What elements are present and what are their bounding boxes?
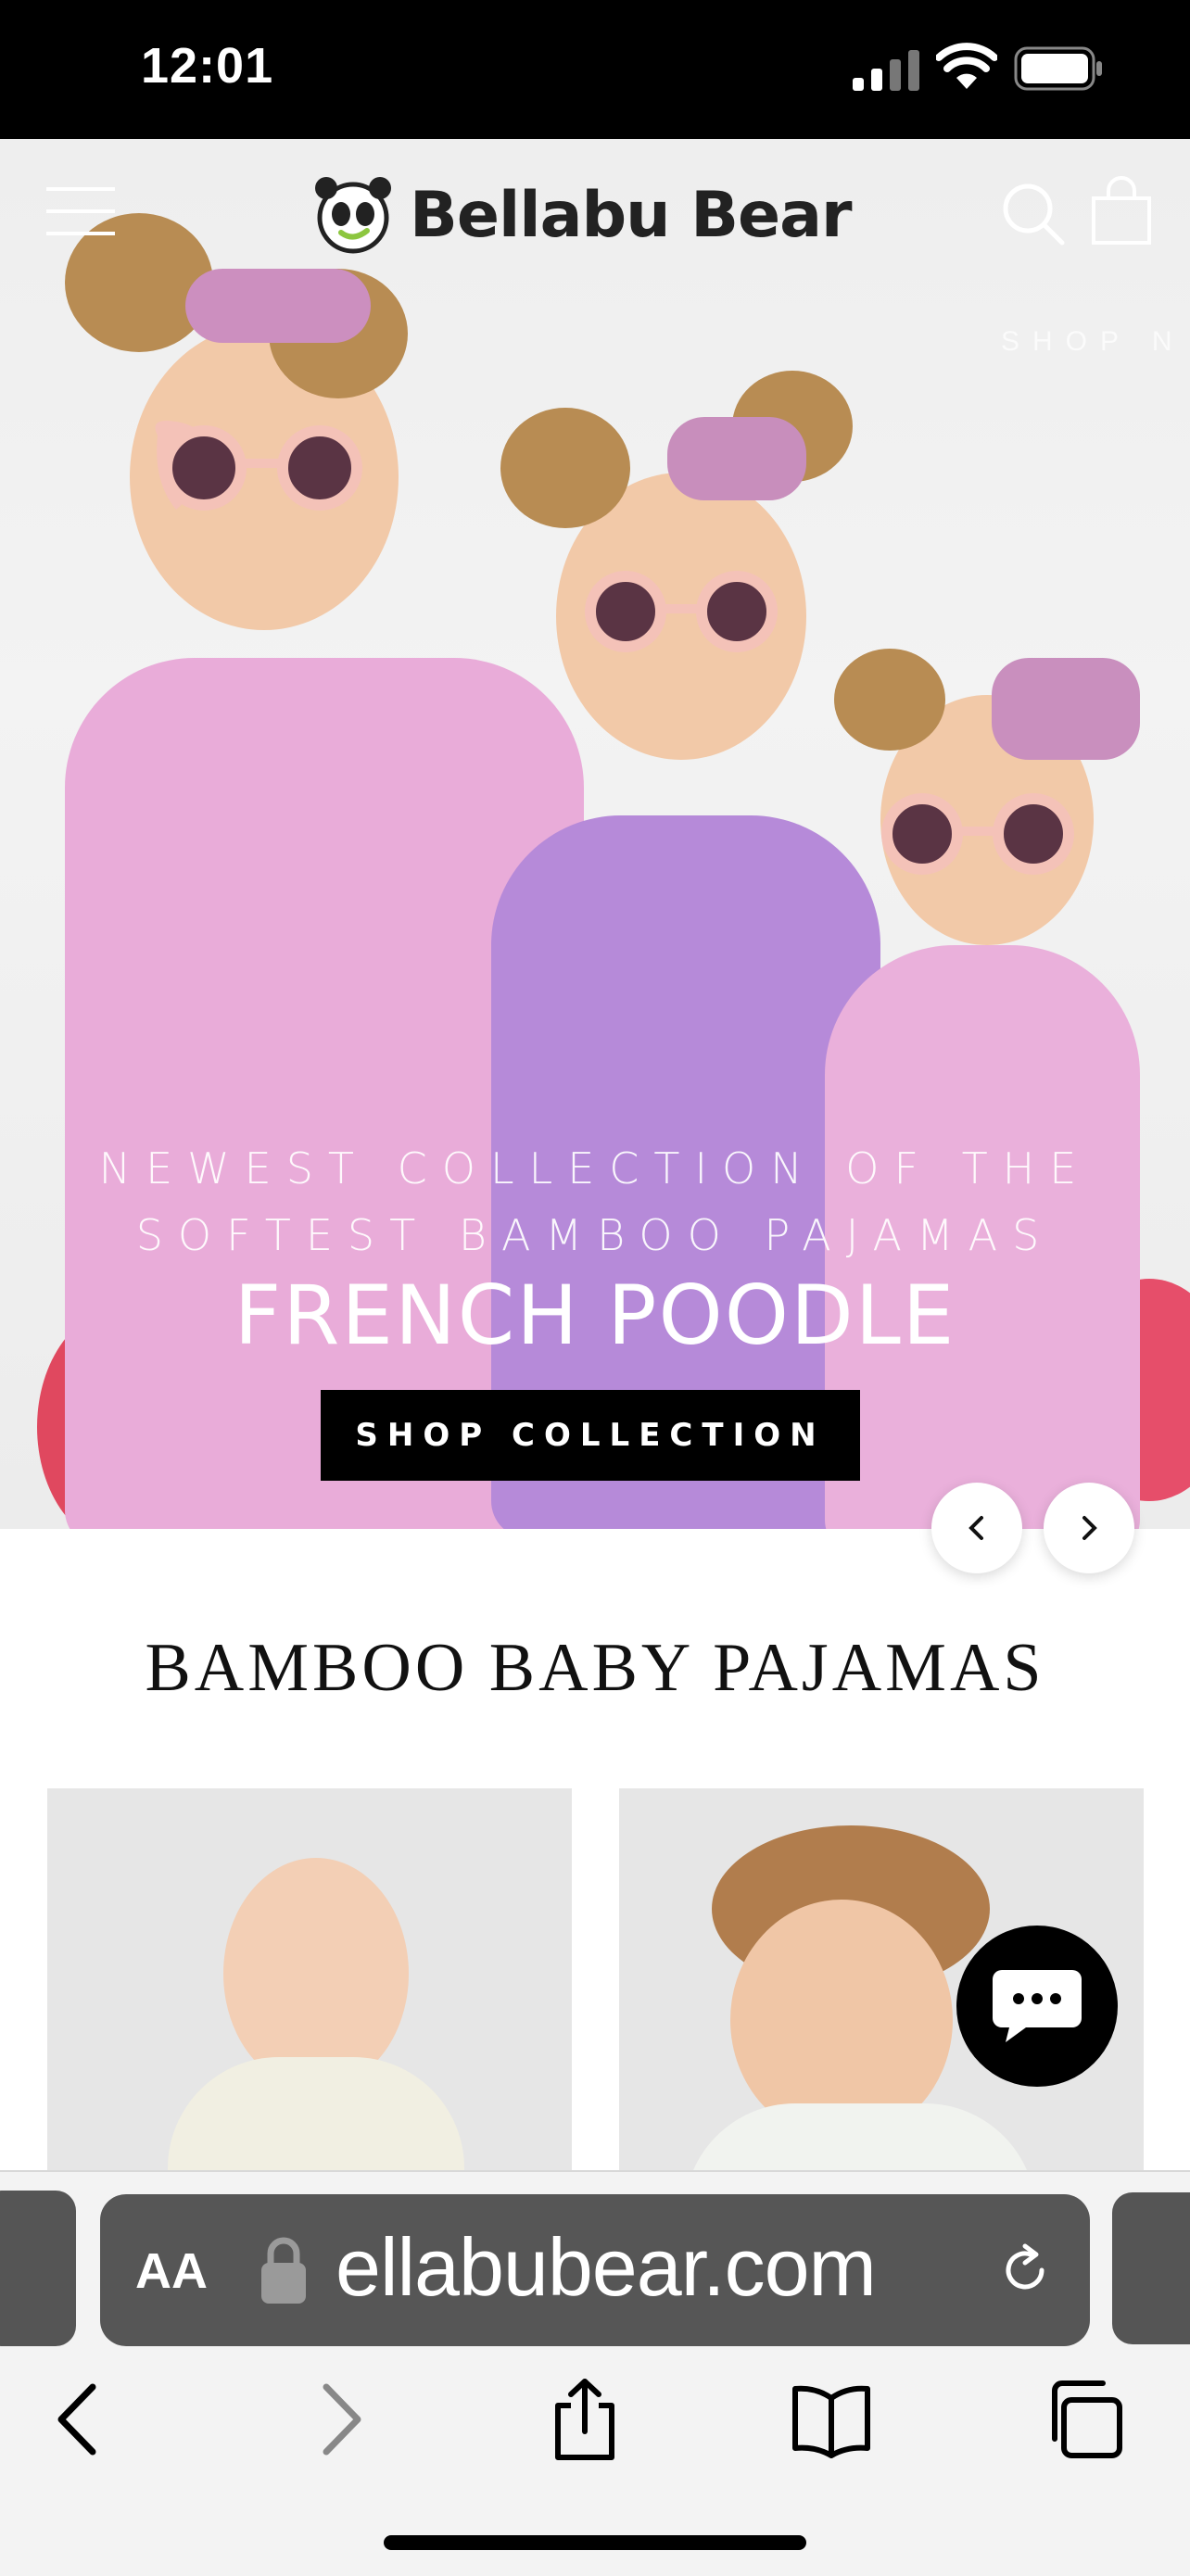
hero-subtitle: NEWEST COLLECTION OF THE SOFTEST BAMBOO … [74,1135,1116,1269]
section-title: BAMBOO BABY PAJAMAS [145,1630,1045,1706]
photo-kid-right-glasses [881,793,1074,875]
photo-baby-face [223,1858,409,2090]
hero-subtitle-line1: NEWEST COLLECTION OF THE [98,1143,1092,1193]
reload-icon[interactable] [995,2241,1055,2300]
carousel-prev-button[interactable] [931,1483,1022,1573]
status-time: 12:01 [141,38,274,94]
lock-icon [261,2237,306,2304]
menu-icon[interactable] [46,185,115,237]
chevron-right-icon [1082,1516,1097,1540]
photo-toddler-body [684,2103,1036,2170]
text-size-button[interactable]: AA [135,2242,208,2300]
hero-title: FRENCH POODLE [234,1268,956,1363]
battery-icon [1014,46,1102,91]
status-bar: 12:01 [0,0,1190,139]
url-text: ellabubear.com [335,2221,877,2313]
search-icon[interactable] [1001,182,1066,246]
tabs-icon[interactable] [1042,2378,1125,2461]
chevron-left-icon [968,1516,983,1540]
adjacent-tab-left[interactable] [0,2191,76,2346]
forward-icon[interactable] [297,2378,380,2461]
back-icon[interactable] [39,2378,122,2461]
photo-kid-middle-hair [500,408,630,528]
product-card-baby[interactable] [47,1788,572,2170]
chat-button[interactable] [956,1926,1118,2087]
share-icon[interactable] [543,2378,627,2461]
hero-banner[interactable]: Bellabu Bear SHOP N NEWEST COLLECTION OF… [0,139,1190,1529]
bookmarks-icon[interactable] [790,2378,873,2461]
adjacent-tab-right[interactable] [1112,2192,1190,2344]
carousel-next-button[interactable] [1044,1483,1134,1573]
chat-bubble-icon [993,1970,1082,2042]
home-indicator [384,2535,806,2550]
photo-kid-middle-bow [667,417,806,500]
hero-subtitle-line2: SOFTEST BAMBOO PAJAMAS [135,1210,1055,1260]
photo-baby-body [168,2057,464,2170]
brand-logo[interactable]: Bellabu Bear [313,169,853,261]
address-bar[interactable]: AA ellabubear.com [100,2194,1090,2346]
hero-ghost-text: SHOP N [1001,326,1185,357]
signal-icon [853,50,919,91]
shopping-bag-icon[interactable] [1088,176,1155,246]
panda-logo-icon [315,177,391,254]
photo-kid-right-hair [834,649,945,751]
shop-collection-button[interactable]: SHOP COLLECTION [321,1390,860,1481]
photo-kid-right-bow [992,658,1140,760]
photo-kid-left-glasses [155,421,362,511]
wifi-icon [936,43,997,89]
photo-kid-middle-glasses [585,571,778,652]
brand-name: Bellabu Bear [410,178,853,252]
photo-kid-left-bow [185,269,371,343]
